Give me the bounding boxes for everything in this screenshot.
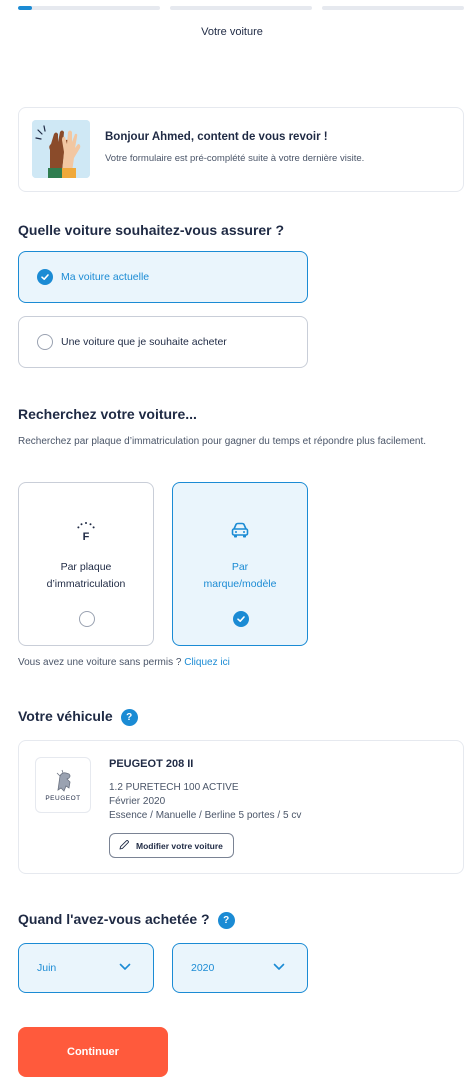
search-description: Recherchez par plaque d’immatriculation … [18, 436, 427, 447]
radio-unchecked-icon [79, 611, 95, 627]
vehicle-version: 1.2 PURETECH 100 ACTIVE [109, 782, 239, 793]
vehicle-card: PEUGEOT PEUGEOT 208 II 1.2 PURETECH 100 … [18, 740, 464, 874]
progress-segment [322, 6, 464, 10]
vehicle-title: Votre véhicule? [18, 708, 138, 726]
purchase-year-select[interactable]: 2020 [172, 943, 308, 993]
vehicle-name: PEUGEOT 208 II [109, 758, 194, 770]
chevron-down-icon [273, 962, 285, 974]
search-title: Recherchez votre voiture... [18, 406, 197, 422]
purchase-year-value: 2020 [191, 962, 215, 974]
search-by-plate-option[interactable]: F Par plaque d’immatriculation [18, 482, 154, 646]
welcome-card: Bonjour Ahmed, content de vous revoir ! … [18, 107, 464, 192]
welcome-title: Bonjour Ahmed, content de vous revoir ! [105, 131, 328, 143]
modify-car-button[interactable]: Modifier votre voiture [109, 833, 234, 858]
search-option-label: Par marque/modèle [203, 561, 277, 590]
peugeot-logo: PEUGEOT [35, 757, 91, 813]
purchase-month-select[interactable]: Juin [18, 943, 154, 993]
radio-unchecked-icon [37, 334, 53, 350]
radio-checked-icon [37, 269, 53, 285]
continue-button[interactable]: Continuer [18, 1027, 168, 1077]
help-icon[interactable]: ? [120, 708, 138, 726]
progress-segment [18, 6, 160, 10]
option-current-car[interactable]: Ma voiture actuelle [18, 251, 308, 303]
welcome-subtitle: Votre formulaire est pré-complété suite … [105, 153, 365, 164]
vehicle-date: Février 2020 [109, 796, 166, 807]
option-car-to-buy[interactable]: Une voiture que je souhaite acheter [18, 316, 308, 368]
progress-segment [170, 6, 312, 10]
radio-checked-icon [233, 611, 249, 627]
high-five-illustration [32, 120, 90, 178]
progress-fill [18, 6, 33, 10]
purchase-title: Quand l'avez-vous achetée ?? [18, 911, 235, 929]
svg-text:F: F [83, 531, 90, 543]
sans-permis-text: Vous avez une voiture sans permis ? Cliq… [18, 657, 230, 668]
search-option-label: Par plaque d’immatriculation [46, 561, 126, 590]
pencil-icon [118, 839, 130, 853]
brand-logo-text: PEUGEOT [45, 795, 81, 802]
option-label: Ma voiture actuelle [61, 271, 150, 283]
progress-bar [18, 6, 464, 10]
license-plate-icon: F [19, 521, 153, 543]
search-by-model-option[interactable]: Par marque/modèle [172, 482, 308, 646]
option-label: Une voiture que je souhaite acheter [61, 336, 227, 348]
car-type-question: Quelle voiture souhaitez-vous assurer ? [18, 222, 285, 238]
purchase-month-value: Juin [37, 962, 57, 974]
sans-permis-link[interactable]: Cliquez ici [184, 657, 230, 668]
help-icon[interactable]: ? [217, 911, 235, 929]
car-icon [173, 521, 307, 539]
vehicle-specs: Essence / Manuelle / Berline 5 portes / … [109, 810, 302, 821]
chevron-down-icon [119, 962, 131, 974]
modify-car-label: Modifier votre voiture [136, 840, 223, 851]
step-title: Votre voiture [201, 26, 263, 38]
